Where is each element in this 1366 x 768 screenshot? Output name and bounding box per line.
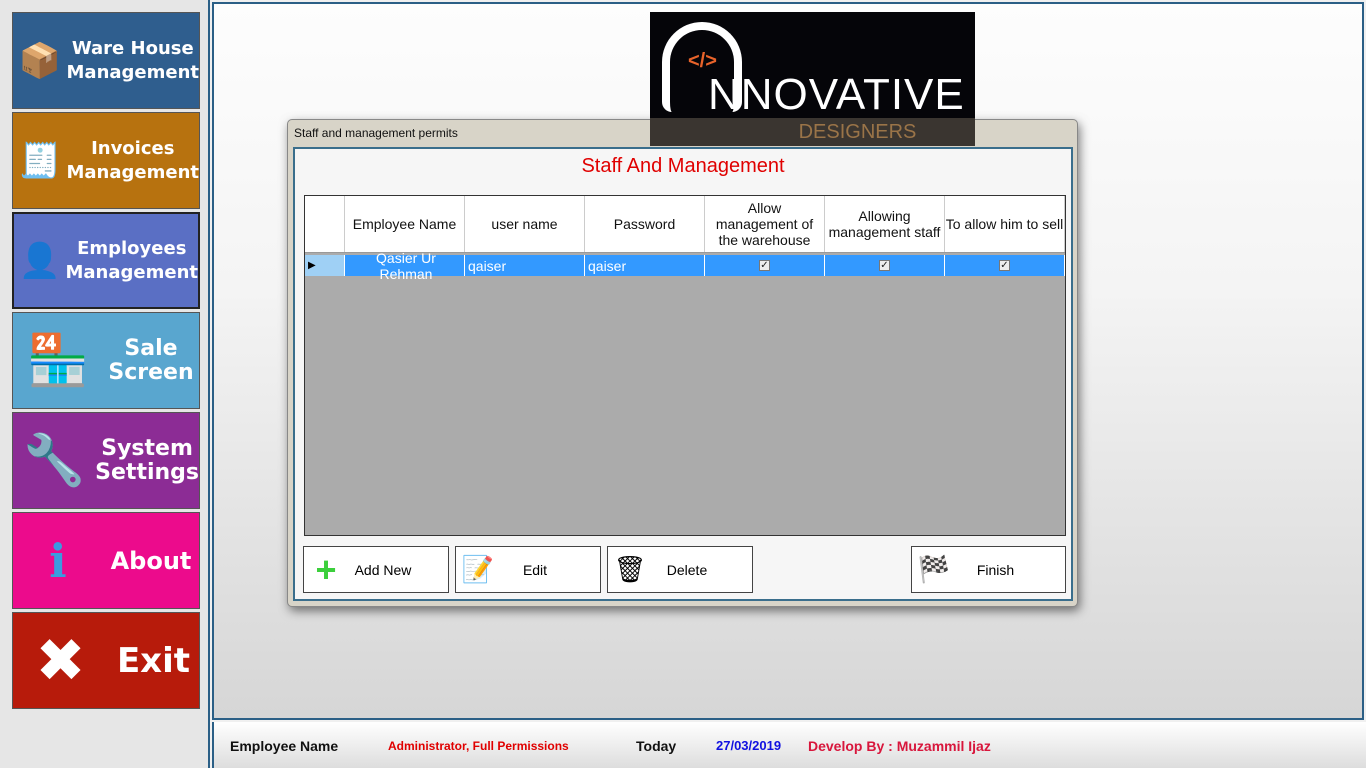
col-staff[interactable]: Allowing management staff bbox=[825, 196, 945, 252]
flag-icon: 🏁 bbox=[917, 554, 951, 584]
info-icon: ℹ bbox=[49, 533, 67, 588]
warehouse-checkbox[interactable]: ✓ bbox=[759, 260, 770, 271]
tools-icon: 🔧 bbox=[22, 431, 86, 489]
table-row[interactable]: ▶ Qasier Ur Rehman qaiser qaiser ✓ ✓ ✓ bbox=[305, 250, 1065, 282]
nav-employees[interactable]: 👤 Employees Management bbox=[12, 212, 200, 309]
invoice-icon: 🧾 bbox=[18, 140, 61, 181]
col-warehouse[interactable]: Allow management of the warehouse bbox=[705, 196, 825, 252]
finish-button[interactable]: 🏁 Finish bbox=[911, 546, 1066, 593]
add-new-button[interactable]: + Add New bbox=[303, 546, 449, 593]
col-password[interactable]: Password bbox=[585, 196, 705, 252]
plus-icon: + bbox=[315, 548, 337, 590]
staff-grid: Employee Name user name Password Allow m… bbox=[304, 195, 1066, 536]
sidebar: 📦 Ware House Management 🧾 Invoices Managem… bbox=[0, 0, 210, 768]
nav-settings[interactable]: 🔧 System Settings bbox=[12, 412, 200, 509]
close-icon: ✖ bbox=[35, 625, 86, 696]
staff-dialog: Staff and management permits Staff And M… bbox=[287, 119, 1078, 607]
box-icon: 📦 bbox=[18, 40, 61, 81]
nav-sale[interactable]: 🏪 Sale Screen bbox=[12, 312, 200, 409]
status-bar: Employee Name Administrator, Full Permis… bbox=[212, 722, 1366, 768]
row-selector-icon[interactable]: ▶ bbox=[305, 255, 345, 276]
delete-button[interactable]: 🗑 Delete bbox=[607, 546, 753, 593]
col-user-name[interactable]: user name bbox=[465, 196, 585, 252]
trash-icon: 🗑 bbox=[613, 554, 647, 584]
edit-icon: 📝 bbox=[461, 554, 495, 584]
nav-invoices[interactable]: 🧾 Invoices Management bbox=[12, 112, 200, 209]
nav-about[interactable]: ℹ About bbox=[12, 512, 200, 609]
staff-checkbox[interactable]: ✓ bbox=[879, 260, 890, 271]
col-sell[interactable]: To allow him to sell bbox=[945, 196, 1065, 252]
company-logo: </> NNOVATIVE DESIGNERS bbox=[650, 12, 975, 146]
dialog-heading: Staff And Management bbox=[581, 155, 785, 177]
sell-checkbox[interactable]: ✓ bbox=[999, 260, 1010, 271]
logo-subtitle: DESIGNERS bbox=[650, 118, 975, 146]
nav-exit[interactable]: ✖ Exit bbox=[12, 612, 200, 709]
grid-header: Employee Name user name Password Allow m… bbox=[305, 196, 1065, 253]
user-icon: 👤 bbox=[18, 240, 61, 281]
col-employee-name[interactable]: Employee Name bbox=[345, 196, 465, 252]
shop-icon: 🏪 bbox=[26, 331, 90, 389]
edit-button[interactable]: 📝 Edit bbox=[455, 546, 601, 593]
nav-warehouse[interactable]: 📦 Ware House Management bbox=[12, 12, 200, 109]
dialog-title: Staff and management permits bbox=[294, 126, 458, 140]
